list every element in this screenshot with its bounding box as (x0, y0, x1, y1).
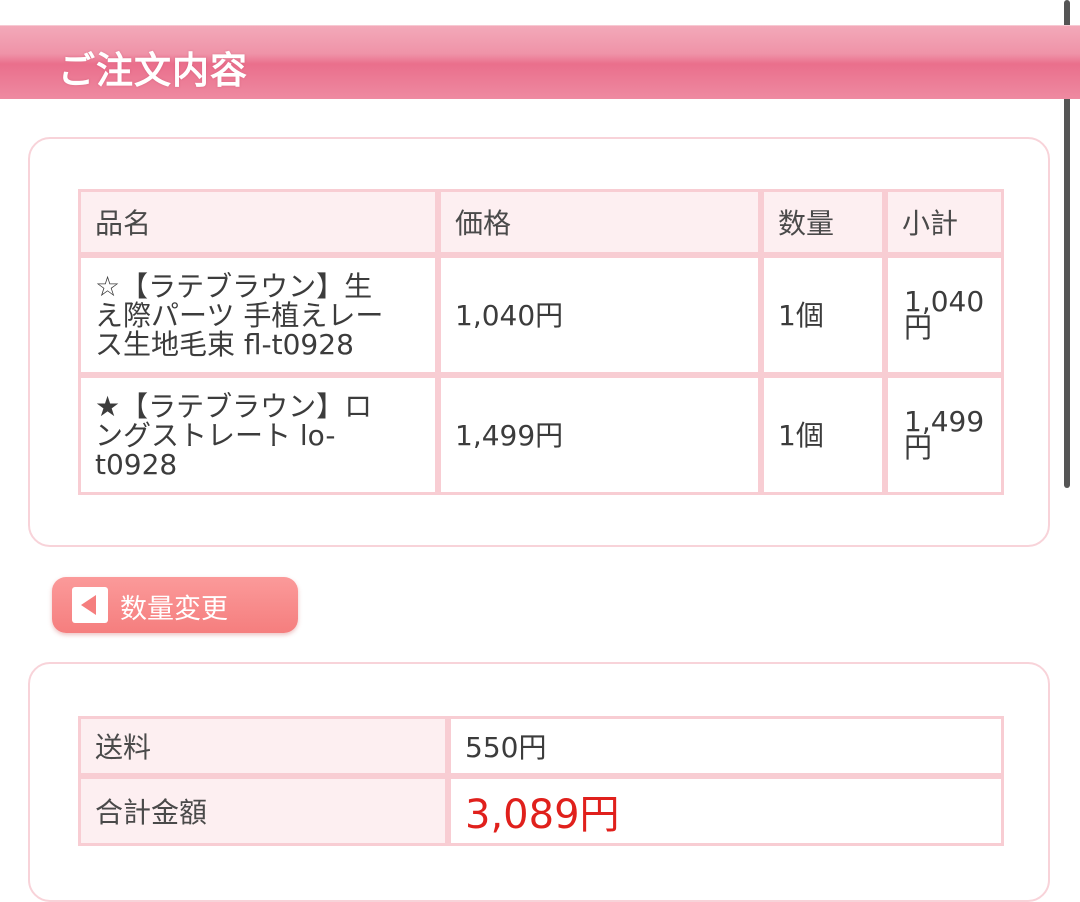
shipping-label: 送料 (78, 716, 448, 776)
triangle-left-icon (81, 595, 96, 615)
item-price-cell: 1,040円 (438, 255, 761, 375)
section-title: ご注文内容 (58, 49, 248, 92)
column-header-price: 価格 (438, 189, 761, 255)
column-header-name: 品名 (78, 189, 438, 255)
item-quantity-cell: 1個 (761, 375, 885, 495)
item-name-line: ★【ラテブラウン】ロ (95, 389, 373, 423)
table-row: ★【ラテブラウン】ロ ングストレート lo- t0928 1,499円 1個 1… (78, 375, 1004, 495)
order-totals-table: 送料 550円 合計金額 3,089円 (78, 716, 1004, 846)
order-items-panel: 品名 価格 数量 小計 ☆【ラテブラウン】生 え際パーツ 手植えレー ス生地毛束… (28, 137, 1050, 547)
item-name-line: え際パーツ 手植えレー (95, 298, 384, 332)
item-price-cell: 1,499円 (438, 375, 761, 495)
column-header-quantity: 数量 (761, 189, 885, 255)
item-quantity-cell: 1個 (761, 255, 885, 375)
table-row: ☆【ラテブラウン】生 え際パーツ 手植えレー ス生地毛束 fl-t0928 1,… (78, 255, 1004, 375)
change-quantity-label: 数量変更 (120, 594, 228, 625)
grand-total-value: 3,089円 (448, 776, 1004, 846)
order-totals-panel: 送料 550円 合計金額 3,089円 (28, 662, 1050, 902)
order-summary-header: ご注文内容 (0, 25, 1080, 99)
table-header-row: 品名 価格 数量 小計 (78, 189, 1004, 255)
item-subtotal-cell: 1,040 円 (885, 255, 1004, 375)
item-name-line: t0928 (95, 447, 178, 481)
item-name-cell: ★【ラテブラウン】ロ ングストレート lo- t0928 (78, 375, 438, 495)
change-quantity-button[interactable]: 数量変更 (52, 577, 298, 633)
item-name-cell: ☆【ラテブラウン】生 え際パーツ 手植えレー ス生地毛束 fl-t0928 (78, 255, 438, 375)
item-subtotal-cell: 1,499 円 (885, 375, 1004, 495)
column-header-subtotal: 小計 (885, 189, 1004, 255)
item-name-line: ングストレート lo- (95, 418, 336, 452)
order-items-table: 品名 価格 数量 小計 ☆【ラテブラウン】生 え際パーツ 手植えレー ス生地毛束… (78, 189, 1004, 495)
item-subtotal-unit: 円 (904, 311, 933, 344)
shipping-value: 550円 (448, 716, 1004, 776)
grand-total-label: 合計金額 (78, 776, 448, 846)
item-subtotal-unit: 円 (904, 431, 933, 464)
grand-total-row: 合計金額 3,089円 (78, 776, 1004, 846)
shipping-row: 送料 550円 (78, 716, 1004, 776)
back-arrow-icon (72, 587, 108, 623)
item-name-line: ☆【ラテブラウン】生 (95, 269, 373, 303)
item-name-line: ス生地毛束 fl-t0928 (95, 327, 354, 361)
